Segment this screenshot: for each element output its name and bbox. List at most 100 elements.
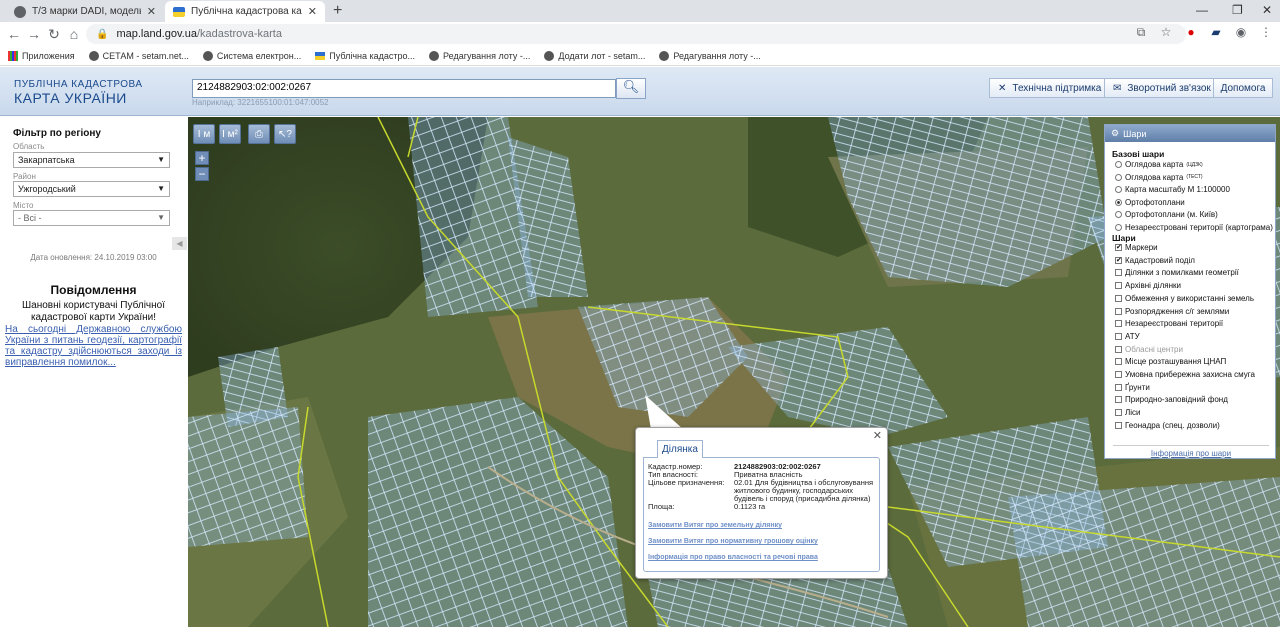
overlay-layer-option[interactable]: Ліси <box>1115 408 1141 417</box>
close-window-icon[interactable]: ✕ <box>1262 3 1272 17</box>
checkbox[interactable] <box>1115 409 1122 417</box>
tab-dadi[interactable]: Т/З марки DADI, модель BDD 1С ✕ <box>6 1 164 22</box>
base-layer-option[interactable]: Ортофотоплани <box>1115 198 1185 207</box>
collapse-sidebar-button[interactable]: ◀ <box>172 237 187 250</box>
overlay-layer-option[interactable]: Природно-заповідний фонд <box>1115 395 1228 404</box>
order-extract-link[interactable]: Замовити Витяг про земельну ділянку <box>648 522 782 529</box>
back-icon[interactable]: ← <box>4 26 24 42</box>
search-button[interactable]: 🔍︎ <box>616 78 646 99</box>
layers-header[interactable]: ⚙ Шари <box>1105 125 1275 142</box>
dropdown-arrow-icon: ▼ <box>157 184 165 193</box>
radio-button[interactable] <box>1115 161 1122 168</box>
layer-label: Незареєстровані території <box>1125 319 1224 329</box>
checkbox[interactable] <box>1115 294 1122 302</box>
browser-toolbar: ← → ↻ ⌂ 🔒 map.land.gov.ua /kadastrova-ka… <box>0 22 1280 46</box>
close-icon[interactable]: ✕ <box>147 5 156 18</box>
site-logo[interactable]: ПУБЛІЧНА КАДАСТРОВА КАРТА УКРАЇНИ <box>14 80 143 106</box>
bookmark-apps[interactable]: Приложения <box>8 50 75 61</box>
zoom-in-button[interactable]: + <box>195 151 209 165</box>
base-layer-option[interactable]: Оглядова карта (ТЕСТ) <box>1115 173 1203 182</box>
checkbox[interactable] <box>1115 358 1122 366</box>
checkbox[interactable] <box>1115 282 1122 290</box>
base-layer-option[interactable]: Оглядова карта (ЦДЗК) <box>1115 160 1203 169</box>
city-select[interactable]: - Всі - ▼ <box>13 210 170 226</box>
checkbox[interactable] <box>1115 371 1122 378</box>
measure-distance-button[interactable]: I м <box>193 124 215 144</box>
tech-support-button[interactable]: ✕ Технічна підтримка <box>989 78 1111 98</box>
ownership-info-link[interactable]: Інформація про право власності та речові… <box>648 554 818 561</box>
globe-icon <box>429 50 440 61</box>
radio-button[interactable] <box>1115 198 1122 206</box>
radio-button[interactable] <box>1115 223 1122 231</box>
translate-icon[interactable]: ⧉ <box>1133 25 1149 40</box>
radio-button[interactable] <box>1115 186 1122 193</box>
checkbox[interactable] <box>1115 421 1122 429</box>
notice-link[interactable]: На сьогодні Державною службою України з … <box>5 324 182 368</box>
radio-button[interactable] <box>1115 173 1122 181</box>
help-button[interactable]: Допомога <box>1213 78 1273 98</box>
layer-label: Ґрунти <box>1125 382 1150 392</box>
measure-area-button[interactable]: I м² <box>219 124 241 144</box>
star-icon[interactable]: ☆ <box>1158 25 1174 40</box>
base-layer-option[interactable]: Карта масштабу М 1:100000 <box>1115 185 1230 194</box>
map-canvas[interactable]: I м I м² ⎙ ↖? + − ✕ Ділянка Кадастр.номе… <box>188 117 1280 627</box>
address-bar[interactable]: 🔒 map.land.gov.ua /kadastrova-karta <box>86 24 1186 44</box>
tab-kadastr[interactable]: Публічна кадастрова карта Укр ✕ <box>165 1 325 22</box>
layers-info-link[interactable]: Інформація про шари <box>1105 449 1277 458</box>
reload-icon[interactable]: ↻ <box>44 26 64 43</box>
forward-icon[interactable]: → <box>24 26 44 42</box>
overlay-layer-option[interactable]: Незареєстровані території <box>1115 319 1223 328</box>
checkbox[interactable] <box>1115 396 1122 404</box>
identify-button[interactable]: ↖? <box>274 124 296 144</box>
bookmark-kadastr[interactable]: Публічна кадастро... <box>315 51 415 61</box>
home-icon[interactable]: ⌂ <box>64 26 84 42</box>
overlay-layer-option[interactable]: ✔ Маркери <box>1115 243 1158 252</box>
base-layer-option[interactable]: Незареєстровані території (картограма) <box>1115 223 1273 232</box>
overlay-layer-option[interactable]: АТУ <box>1115 332 1140 341</box>
opera-icon[interactable]: ● <box>1183 25 1199 40</box>
overlay-layer-option[interactable]: Обласні центри <box>1115 345 1183 354</box>
feedback-button[interactable]: ✉ Зворотний зв'язок <box>1104 78 1220 98</box>
overlay-layer-option[interactable]: Обмеження у використанні земель <box>1115 294 1254 303</box>
maximize-icon[interactable]: ❐ <box>1232 3 1243 17</box>
checkbox[interactable]: ✔ <box>1115 256 1122 264</box>
overlay-layer-option[interactable]: Геонадра (спец. дозволи) <box>1115 421 1220 430</box>
zoom-out-button[interactable]: − <box>195 167 209 181</box>
bookmark-add-lot[interactable]: Додати лот - setam... <box>544 50 645 61</box>
checkbox[interactable] <box>1115 383 1122 391</box>
checkbox[interactable] <box>1115 332 1122 340</box>
extension-icon[interactable]: ▰ <box>1208 25 1224 40</box>
new-tab-button[interactable]: + <box>333 2 342 20</box>
bookmark-edit-lot-2[interactable]: Редагування лоту -... <box>659 50 761 61</box>
overlay-layer-option[interactable]: Архівні ділянки <box>1115 281 1181 290</box>
profile-icon[interactable]: ◉ <box>1233 25 1249 40</box>
checkbox[interactable] <box>1115 307 1122 315</box>
overlay-layer-option[interactable]: ✔ Кадастровий поділ <box>1115 256 1195 265</box>
close-icon[interactable]: ✕ <box>873 429 882 442</box>
site-header: ПУБЛІЧНА КАДАСТРОВА КАРТА УКРАЇНИ 212488… <box>0 67 1280 116</box>
close-icon[interactable]: ✕ <box>308 5 317 18</box>
region-select[interactable]: Закарпатська ▼ <box>13 152 170 168</box>
layer-label: Ортофотоплани <box>1125 197 1185 207</box>
cadastral-search-input[interactable]: 2124882903:02:002:0267 <box>192 79 616 98</box>
menu-icon[interactable]: ⋮ <box>1258 25 1274 40</box>
overlay-layer-option[interactable]: Ґрунти <box>1115 383 1150 392</box>
checkbox[interactable] <box>1115 345 1122 353</box>
checkbox[interactable] <box>1115 320 1122 328</box>
print-button[interactable]: ⎙ <box>248 124 270 144</box>
overlay-layer-option[interactable]: Умовна прибережна захисна смуга <box>1115 370 1255 379</box>
bookmark-setam[interactable]: СЕТАМ - setam.net... <box>88 50 189 61</box>
checkbox[interactable]: ✔ <box>1115 244 1122 251</box>
base-layer-option[interactable]: Ортофотоплани (м. Київ) <box>1115 210 1218 219</box>
bookmark-edit-lot[interactable]: Редагування лоту -... <box>429 50 530 61</box>
district-select[interactable]: Ужгородський ▼ <box>13 181 170 197</box>
bookmark-system[interactable]: Система електрон... <box>202 50 301 61</box>
checkbox[interactable] <box>1115 269 1122 277</box>
order-valuation-link[interactable]: Замовити Витяг про нормативну грошову оц… <box>648 538 818 545</box>
minimize-icon[interactable]: — <box>1196 3 1208 17</box>
overlay-layer-option[interactable]: Місце розташування ЦНАП <box>1115 357 1226 366</box>
overlay-layer-option[interactable]: Ділянки з помилками геометрії <box>1115 268 1239 277</box>
radio-button[interactable] <box>1115 211 1122 218</box>
overlay-layer-option[interactable]: Розпорядження с/г землями <box>1115 307 1229 316</box>
tab-parcel[interactable]: Ділянка <box>657 440 703 458</box>
